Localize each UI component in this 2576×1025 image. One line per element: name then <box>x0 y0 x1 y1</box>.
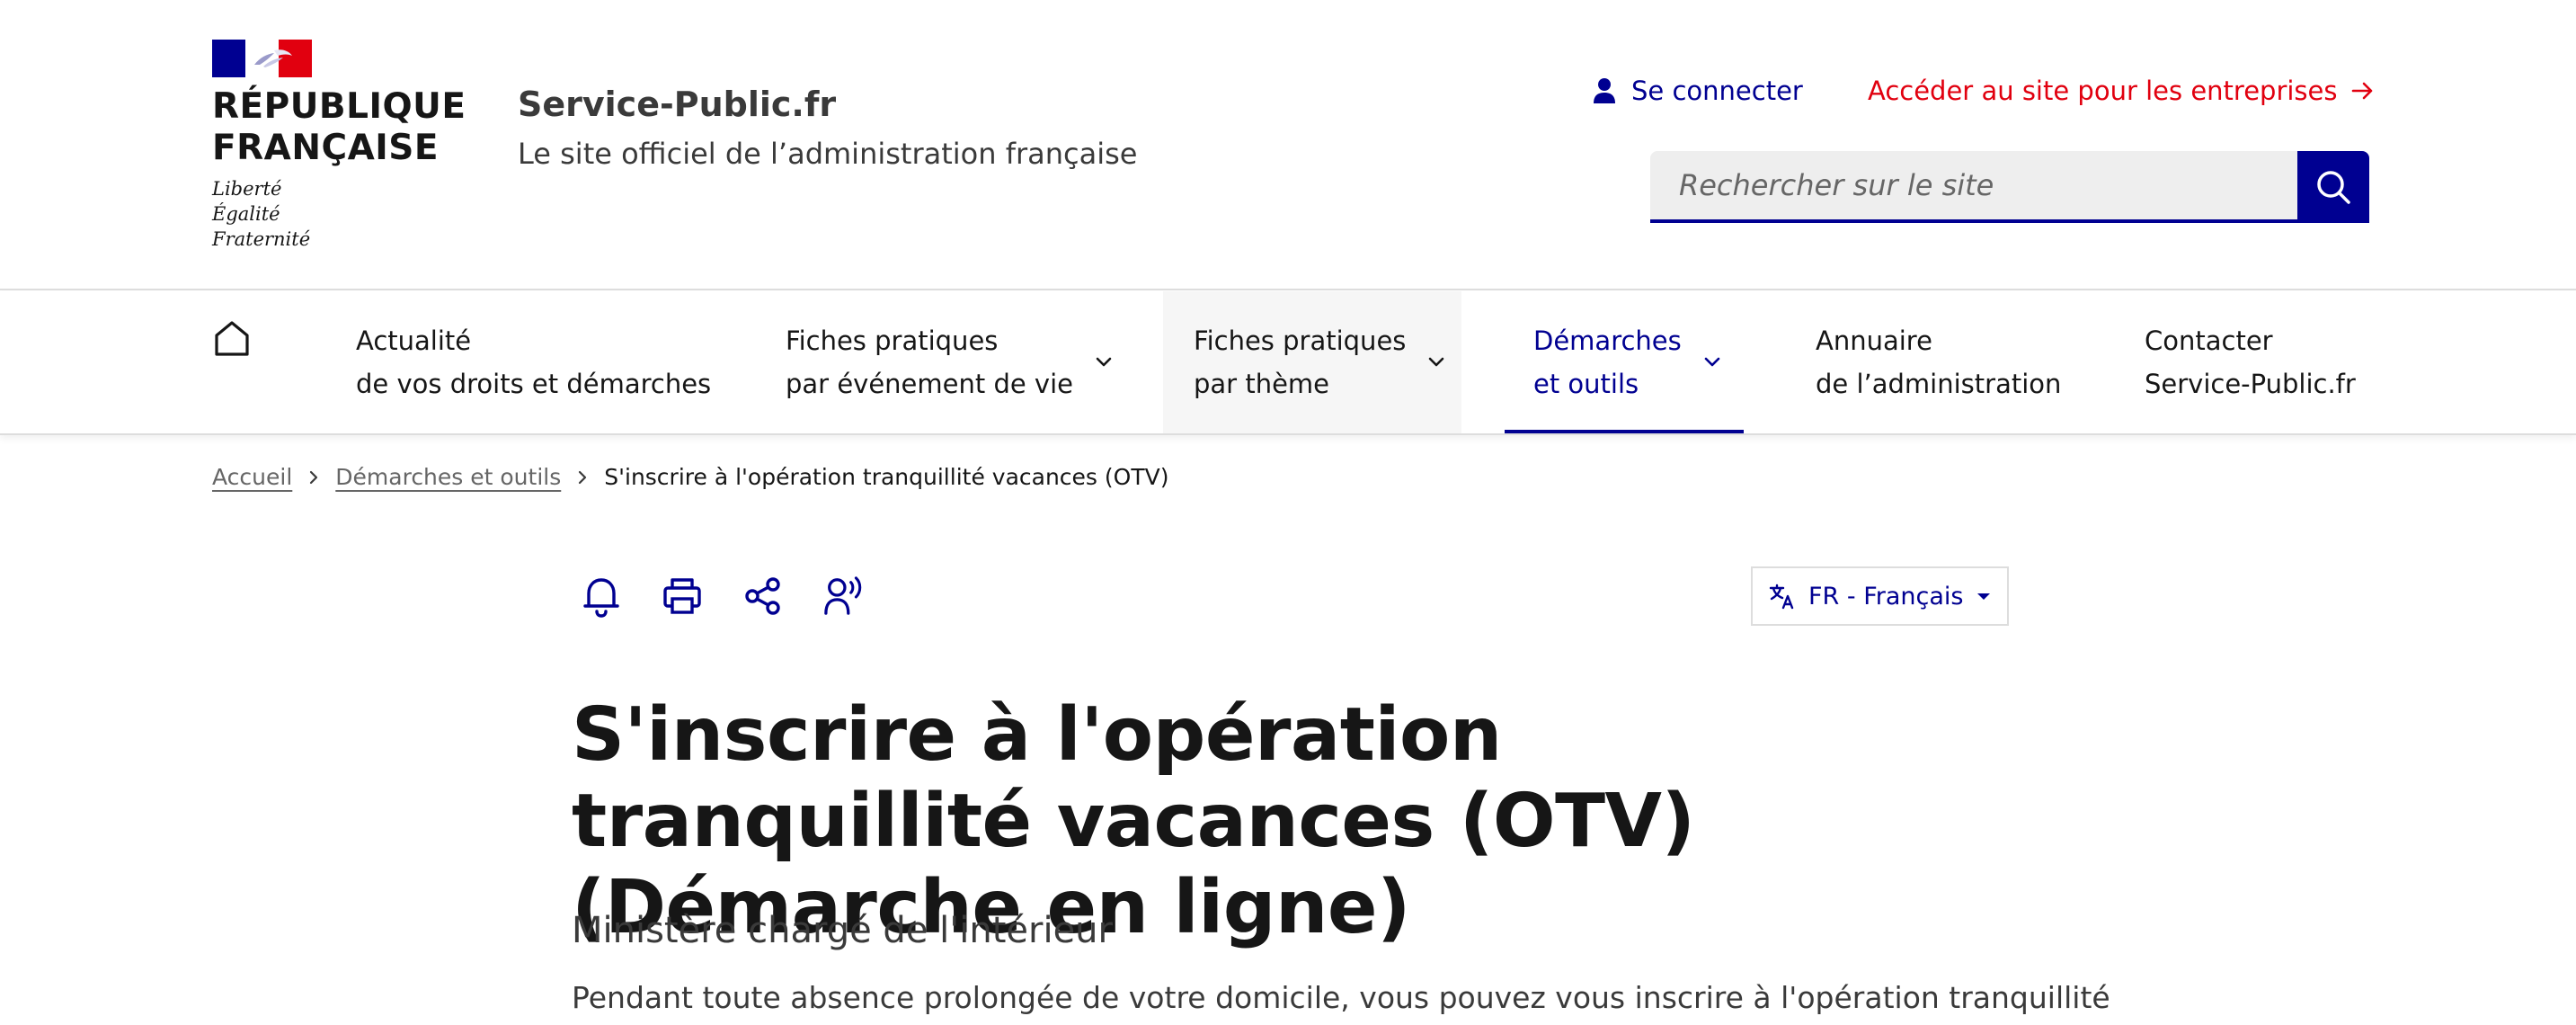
breadcrumb-current: S'inscrire à l'opération tranquillité va… <box>604 464 1169 490</box>
main-navigation: Actualité de vos droits et démarches Fic… <box>0 291 2576 435</box>
business-site-label: Accéder au site pour les entreprises <box>1868 76 2338 106</box>
nav-item-line1: Fiches pratiques <box>786 325 999 356</box>
nav-item-demarches[interactable]: Démarches et outils <box>1505 291 1744 433</box>
connect-link[interactable]: Se connecter <box>1594 76 1803 106</box>
motto-fraternite: Fraternité <box>212 228 311 250</box>
motto-liberte: Liberté <box>212 178 282 200</box>
arrow-right-icon <box>2352 82 2373 100</box>
nav-item-line2: de vos droits et démarches <box>356 369 712 399</box>
language-label: FR - Français <box>1808 582 1964 611</box>
nav-item-line2: de l’administration <box>1816 369 2062 399</box>
nav-item-contacter[interactable]: Contacter Service-Public.fr <box>2145 291 2356 433</box>
breadcrumb-accueil[interactable]: Accueil <box>212 464 292 490</box>
chevron-right-icon <box>308 469 319 486</box>
republique-francaise-logo[interactable]: RÉPUBLIQUE FRANÇAISE Liberté Égalité Fra… <box>212 40 466 252</box>
flag-icon <box>212 40 312 77</box>
chevron-down-icon <box>1096 357 1112 367</box>
nav-home[interactable] <box>212 318 255 361</box>
search-bar <box>1650 151 2369 223</box>
nav-item-fiches-evenement[interactable]: Fiches pratiques par événement de vie <box>786 291 1113 433</box>
chevron-down-icon <box>1429 357 1444 367</box>
search-button[interactable] <box>2297 151 2369 223</box>
bell-icon <box>583 578 619 618</box>
share-button[interactable] <box>742 572 784 620</box>
connect-label: Se connecter <box>1631 76 1803 106</box>
caret-down-icon <box>1977 593 1991 600</box>
home-icon <box>215 321 249 356</box>
share-icon <box>745 577 780 615</box>
search-icon <box>2317 171 2350 204</box>
motto-egalite: Égalité <box>212 203 280 225</box>
translate-icon <box>1769 584 1794 610</box>
user-icon <box>1594 78 1615 103</box>
breadcrumb: Accueil Démarches et outils S'inscrire à… <box>212 464 1168 490</box>
rf-name-line2: FRANÇAISE <box>212 128 440 168</box>
chevron-down-icon <box>1704 357 1720 367</box>
nav-item-fiches-theme[interactable]: Fiches pratiques par thème <box>1163 291 1461 433</box>
breadcrumb-demarches[interactable]: Démarches et outils <box>335 464 561 490</box>
chevron-right-icon <box>577 469 588 486</box>
nav-item-line1: Annuaire <box>1816 325 1932 356</box>
subscribe-alert-button[interactable] <box>581 572 622 620</box>
intro-paragraph: Pendant toute absence prolongée de votre… <box>572 980 2110 1015</box>
site-tagline: Le site officiel de l’administration fra… <box>518 137 1138 171</box>
nav-item-annuaire[interactable]: Annuaire de l’administration <box>1816 291 2061 433</box>
nav-item-line1: Contacter <box>2145 325 2273 356</box>
nav-item-actualite[interactable]: Actualité de vos droits et démarches <box>356 291 711 433</box>
marianne-icon <box>254 49 292 67</box>
search-input[interactable] <box>1650 151 2297 223</box>
page-tools <box>581 572 865 620</box>
nav-item-line1: Fiches pratiques <box>1194 325 1407 356</box>
site-header: RÉPUBLIQUE FRANÇAISE Liberté Égalité Fra… <box>0 0 2576 290</box>
nav-item-line2: par thème <box>1194 369 1330 399</box>
nav-item-line1: Actualité <box>356 325 472 356</box>
nav-item-line1: Démarches <box>1533 325 1682 356</box>
nav-item-line2: et outils <box>1533 369 1639 399</box>
site-title[interactable]: Service-Public.fr <box>518 85 836 124</box>
business-site-link[interactable]: Accéder au site pour les entreprises <box>1868 76 2375 106</box>
listen-icon <box>824 576 862 615</box>
listen-button[interactable] <box>823 572 865 620</box>
print-icon <box>663 578 701 614</box>
language-selector[interactable]: FR - Français <box>1751 566 2009 626</box>
ministry-label: Ministère chargé de l'intérieur <box>572 910 1113 951</box>
print-button[interactable] <box>662 572 703 620</box>
nav-item-line2: par événement de vie <box>786 369 1073 399</box>
rf-name-line1: RÉPUBLIQUE <box>212 86 466 127</box>
nav-item-line2: Service-Public.fr <box>2145 369 2356 399</box>
